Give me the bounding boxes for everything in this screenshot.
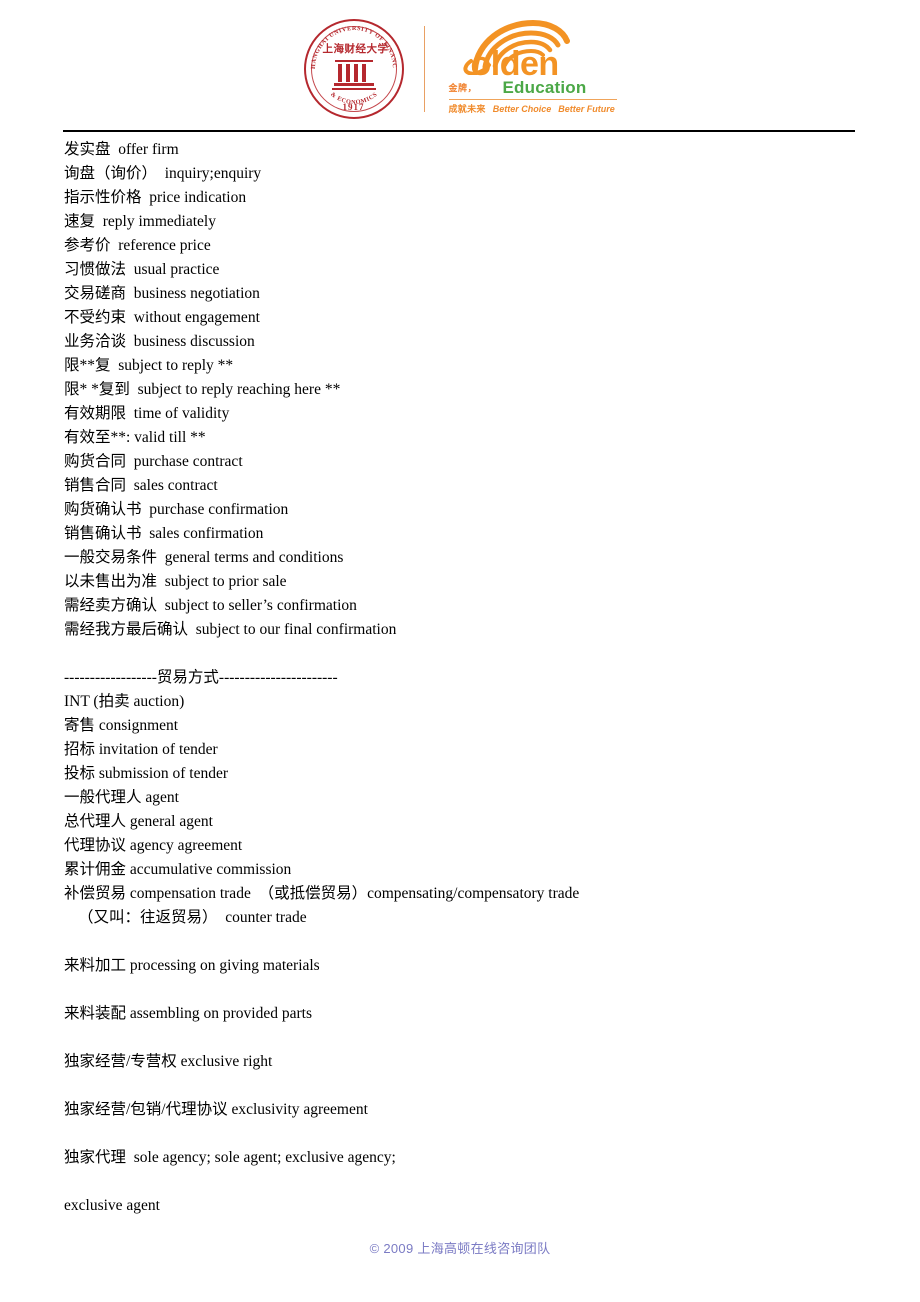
glossary-line: 有效期限 time of validity — [64, 405, 230, 422]
glossary-line: 独家经营/专营权 exclusive right — [64, 1053, 273, 1070]
glossary-line: exclusive agent — [64, 1197, 160, 1214]
glossary-line: 指示性价格 price indication — [64, 189, 247, 206]
golden-tagline-en-1: Better Choice — [492, 104, 552, 114]
glossary-line: 习惯做法 usual practice — [64, 261, 220, 278]
document-body: 发实盘 offer firm 询盘（询价） inquiry;enquiry 指示性价… — [64, 138, 864, 1218]
glossary-line: 限**复 subject to reply ** — [64, 357, 234, 374]
golden-tagline-en-2: Better Future — [558, 104, 615, 114]
glossary-line: （又叫：往返贸易） counter trade — [78, 909, 307, 926]
golden-education-logo: olden Education 金牌， 成就未来 Better Choice B… — [447, 17, 619, 121]
glossary-line: 招标 invitation of tender — [64, 741, 218, 758]
golden-education-subtitle: Education — [502, 78, 587, 97]
golden-tagline-chinese: 成就未来 — [448, 104, 486, 114]
glossary-line: INT (拍卖 auction) — [64, 693, 185, 710]
glossary-line: 总代理人 general agent — [64, 813, 213, 830]
glossary-line: 销售确认书 sales confirmation — [64, 525, 264, 542]
glossary-line: 速复 reply immediately — [64, 213, 216, 230]
glossary-line: 有效至**: valid till ** — [64, 429, 206, 446]
glossary-line: 代理协议 agency agreement — [64, 837, 243, 854]
shanghai-university-seal-logo: SHANGHAI UNIVERSITY OF FINANCE & ECONOMI… — [302, 17, 406, 121]
glossary-line: 一般交易条件 general terms and conditions — [64, 549, 344, 566]
glossary-line: 需经卖方确认 subject to seller’s confirmation — [64, 597, 357, 614]
page-footer: © 2009 上海高顿在线咨询团队 — [0, 1238, 920, 1258]
seal-building-emblem — [331, 58, 376, 92]
glossary-line: 参考价 reference price — [64, 237, 211, 254]
glossary-line: 来料加工 processing on giving materials — [64, 957, 320, 974]
glossary-line: 交易磋商 business negotiation — [64, 285, 260, 302]
glossary-line: 独家经营/包销/代理协议 exclusivity agreement — [64, 1101, 368, 1118]
seal-chinese-name-text: 上海财经大学 — [322, 44, 389, 55]
golden-logo-underline — [448, 99, 617, 100]
glossary-line: 寄售 consignment — [64, 717, 179, 734]
header-logo-row: SHANGHAI UNIVERSITY OF FINANCE & ECONOMI… — [0, 0, 920, 128]
header-horizontal-rule — [63, 130, 855, 132]
golden-tagline-row: 成就未来 Better Choice Better Future — [449, 102, 621, 115]
glossary-line: 一般代理人 agent — [64, 789, 179, 806]
glossary-line: 发实盘 offer firm — [64, 141, 179, 158]
glossary-line: 需经我方最后确认 subject to our final confirmati… — [64, 621, 397, 638]
glossary-line: 销售合同 sales contract — [64, 477, 218, 494]
glossary-line: 累计佣金 accumulative commission — [64, 861, 292, 878]
glossary-line: 独家代理 sole agency; sole agent; exclusive … — [64, 1149, 396, 1166]
glossary-line: 购货合同 purchase contract — [64, 453, 243, 470]
glossary-line: 业务洽谈 business discussion — [64, 333, 255, 350]
glossary-line: 补偿贸易 compensation trade （或抵偿贸易）compensat… — [64, 885, 580, 902]
golden-chinese-small-text: 金牌， — [448, 83, 478, 93]
seal-chinese-name: 上海财经大学 — [322, 44, 389, 55]
page-header: SHANGHAI UNIVERSITY OF FINANCE & ECONOMI… — [0, 0, 920, 128]
glossary-line: 限* *复到 subject to reply reaching here ** — [64, 381, 341, 398]
glossary-line: 来料装配 assembling on provided parts — [64, 1005, 312, 1022]
footer-copyright: © 2009 上海高顿在线咨询团队 — [369, 1241, 551, 1256]
glossary-line: 不受约束 without engagement — [64, 309, 260, 326]
glossary-line: 投标 submission of tender — [64, 765, 229, 782]
glossary-line: 购货确认书 purchase confirmation — [64, 501, 289, 518]
header-logo-divider — [423, 26, 425, 112]
glossary-line: ------------------贸易方式------------------… — [64, 669, 338, 686]
glossary-line: 以未售出为准 subject to prior sale — [64, 573, 287, 590]
seal-year: 1917 — [342, 102, 365, 112]
glossary-line: 询盘（询价） inquiry;enquiry — [64, 165, 262, 182]
golden-brand-text: olden — [470, 45, 560, 83]
